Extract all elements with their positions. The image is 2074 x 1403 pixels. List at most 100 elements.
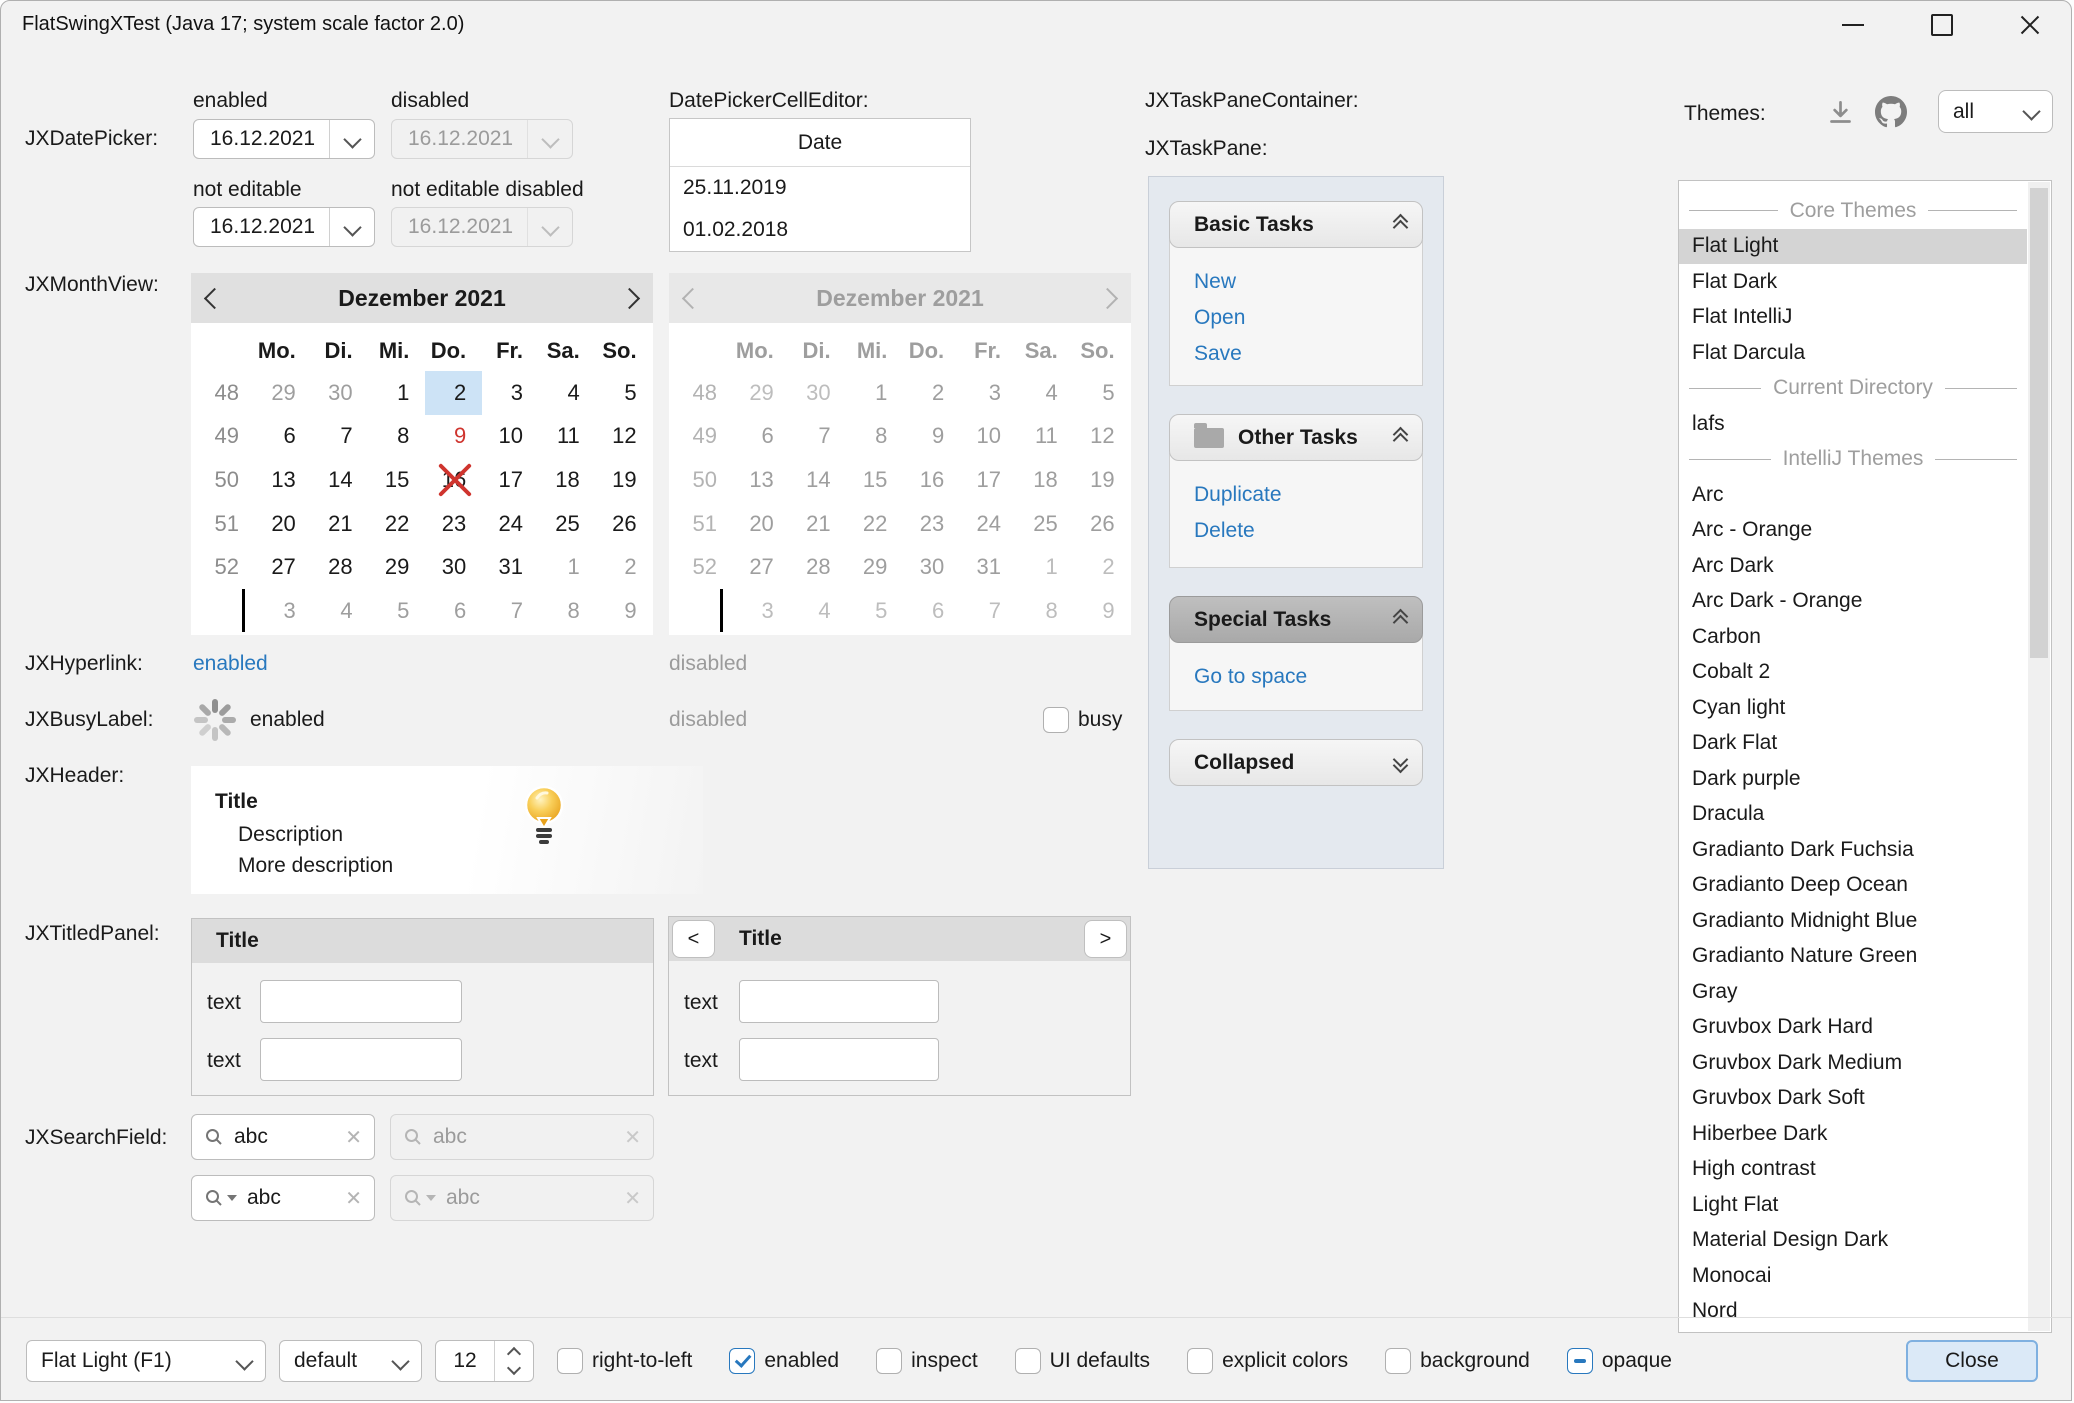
- calendar-day-cell[interactable]: 29: [369, 545, 426, 589]
- table-row[interactable]: 25.11.2019: [670, 167, 970, 209]
- theme-list-item[interactable]: Material Design Dark: [1679, 1223, 2027, 1259]
- calendar-day-cell[interactable]: 4: [539, 371, 596, 415]
- text-input[interactable]: [260, 980, 462, 1023]
- titled-panel-next-button[interactable]: >: [1084, 920, 1127, 958]
- taskpane-link[interactable]: Duplicate: [1194, 482, 1422, 508]
- theme-list-item[interactable]: Gradianto Dark Fuchsia: [1679, 832, 2027, 868]
- themes-scrollbar-thumb[interactable]: [2030, 188, 2048, 658]
- download-icon[interactable]: [1827, 99, 1854, 126]
- calendar-day-cell[interactable]: 5: [369, 589, 426, 633]
- datepicker-dropdown-button[interactable]: [329, 208, 374, 246]
- calendar-day-cell[interactable]: 30: [312, 371, 369, 415]
- taskpane-group-header[interactable]: Other Tasks: [1169, 414, 1423, 461]
- text-input[interactable]: [739, 1038, 939, 1081]
- taskpane-link[interactable]: Delete: [1194, 518, 1422, 544]
- datepicker-value[interactable]: 16.12.2021: [194, 127, 329, 151]
- theme-list-item[interactable]: Cyan light: [1679, 690, 2027, 726]
- theme-list-item[interactable]: lafs: [1679, 406, 2027, 442]
- themes-list[interactable]: Core ThemesFlat LightFlat DarkFlat Intel…: [1678, 180, 2052, 1333]
- datepicker-not-editable[interactable]: 16.12.2021: [193, 207, 375, 247]
- calendar-day-cell[interactable]: 17: [482, 458, 539, 502]
- close-window-button[interactable]: [1997, 1, 2063, 49]
- theme-list-item[interactable]: Gruvbox Dark Soft: [1679, 1081, 2027, 1117]
- calendar-day-cell[interactable]: 2: [596, 545, 653, 589]
- calendar-day-cell[interactable]: 15: [369, 458, 426, 502]
- next-month-icon[interactable]: [619, 287, 640, 308]
- theme-list-item[interactable]: Dark Flat: [1679, 726, 2027, 762]
- prev-month-icon[interactable]: [204, 287, 225, 308]
- hyperlink-enabled[interactable]: enabled: [193, 652, 268, 676]
- theme-list-item[interactable]: Gradianto Midnight Blue: [1679, 903, 2027, 939]
- calendar-day-cell[interactable]: 28: [312, 545, 369, 589]
- taskpane-link[interactable]: New: [1194, 269, 1422, 295]
- checkbox[interactable]: [1567, 1348, 1593, 1374]
- theme-list-item[interactable]: Flat Darcula: [1679, 335, 2027, 371]
- close-button[interactable]: Close: [1906, 1340, 2038, 1382]
- text-input[interactable]: [739, 980, 939, 1023]
- search-field-menu-enabled[interactable]: abc ✕: [191, 1175, 375, 1221]
- checkbox[interactable]: [557, 1348, 583, 1374]
- theme-list-item[interactable]: Gradianto Nature Green: [1679, 939, 2027, 975]
- checkbox-item-explicit-colors[interactable]: explicit colors: [1187, 1348, 1348, 1374]
- checkbox-item-enabled[interactable]: enabled: [729, 1348, 839, 1374]
- calendar-day-cell[interactable]: 20: [255, 502, 312, 546]
- calendar-day-cell[interactable]: 25: [539, 502, 596, 546]
- calendar-day-cell[interactable]: 22: [369, 502, 426, 546]
- theme-list-item[interactable]: Light Flat: [1679, 1187, 2027, 1223]
- search-value[interactable]: abc: [224, 1125, 345, 1149]
- busy-checkbox[interactable]: [1043, 707, 1069, 733]
- theme-list-item[interactable]: Flat Light: [1679, 229, 2027, 265]
- calendar-day-cell[interactable]: 2: [425, 371, 482, 415]
- checkbox-item-ui-defaults[interactable]: UI defaults: [1015, 1348, 1150, 1374]
- laf-combobox[interactable]: Flat Light (F1): [26, 1340, 266, 1382]
- calendar-day-cell[interactable]: 10: [482, 415, 539, 459]
- checkbox-item-opaque[interactable]: opaque: [1567, 1348, 1672, 1374]
- calendar-day-cell[interactable]: 23: [425, 502, 482, 546]
- spinner-buttons[interactable]: [494, 1341, 533, 1381]
- taskpane-link[interactable]: Open: [1194, 305, 1422, 331]
- calendar-day-cell[interactable]: 6: [255, 415, 312, 459]
- calendar-day-cell[interactable]: 29: [255, 371, 312, 415]
- collapse-chevron-icon[interactable]: [1395, 429, 1406, 446]
- checkbox[interactable]: [1015, 1348, 1041, 1374]
- maximize-button[interactable]: [1909, 1, 1975, 49]
- calendar-day-cell[interactable]: 31: [482, 545, 539, 589]
- titled-panel-prev-button[interactable]: <: [672, 920, 715, 958]
- theme-list-item[interactable]: Gruvbox Dark Hard: [1679, 1010, 2027, 1046]
- calendar-day-cell[interactable]: 18: [539, 458, 596, 502]
- expand-chevron-icon[interactable]: [1395, 754, 1406, 771]
- minimize-button[interactable]: [1820, 1, 1886, 49]
- checkbox-item-background[interactable]: background: [1385, 1348, 1530, 1374]
- theme-list-item[interactable]: Hiberbee Dark: [1679, 1116, 2027, 1152]
- calendar-day-cell[interactable]: 6: [425, 589, 482, 633]
- calendar-day-cell[interactable]: 7: [482, 589, 539, 633]
- theme-list-item[interactable]: Arc Dark: [1679, 548, 2027, 584]
- search-field-enabled[interactable]: abc ✕: [191, 1114, 375, 1160]
- theme-list-item[interactable]: Flat Dark: [1679, 264, 2027, 300]
- clear-icon[interactable]: ✕: [345, 1186, 362, 1211]
- theme-list-item[interactable]: Nord: [1679, 1294, 2027, 1330]
- table-header-date[interactable]: Date: [670, 119, 970, 167]
- calendar-day-cell[interactable]: 1: [539, 545, 596, 589]
- checkbox[interactable]: [1385, 1348, 1411, 1374]
- theme-list-item[interactable]: Monocai: [1679, 1258, 2027, 1294]
- theme-list-item[interactable]: Dracula: [1679, 797, 2027, 833]
- taskpane-group-header[interactable]: Collapsed: [1169, 739, 1423, 786]
- theme-list-item[interactable]: Flat IntelliJ: [1679, 300, 2027, 336]
- github-icon[interactable]: [1875, 96, 1907, 128]
- collapse-chevron-icon[interactable]: [1395, 611, 1406, 628]
- calendar-day-cell[interactable]: 14: [312, 458, 369, 502]
- theme-list-item[interactable]: Cobalt 2: [1679, 655, 2027, 691]
- taskpane-link[interactable]: Go to space: [1194, 664, 1422, 690]
- calendar-day-cell[interactable]: 5: [596, 371, 653, 415]
- theme-list-item[interactable]: High contrast: [1679, 1152, 2027, 1188]
- taskpane-link[interactable]: Save: [1194, 341, 1422, 367]
- taskpane-group-header[interactable]: Basic Tasks: [1169, 201, 1423, 248]
- calendar-day-cell[interactable]: 27: [255, 545, 312, 589]
- calendar-day-cell[interactable]: 1: [369, 371, 426, 415]
- datepicker-dropdown-button[interactable]: [329, 120, 374, 158]
- theme-list-item[interactable]: Arc - Orange: [1679, 513, 2027, 549]
- checkbox[interactable]: [1187, 1348, 1213, 1374]
- calendar-day-cell[interactable]: 26: [596, 502, 653, 546]
- calendar-day-cell[interactable]: 8: [369, 415, 426, 459]
